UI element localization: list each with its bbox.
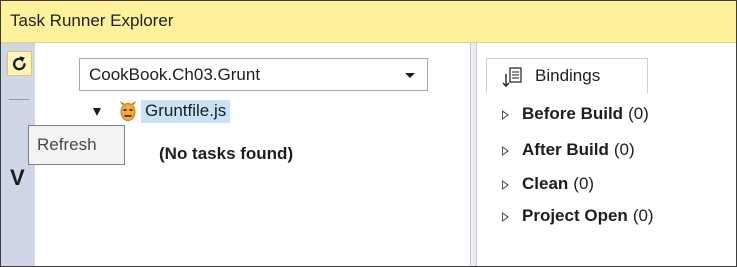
- refresh-icon: [12, 56, 26, 71]
- refresh-button[interactable]: [7, 51, 32, 76]
- tab-bindings-label: Bindings: [535, 66, 601, 85]
- chevron-down-icon: [405, 73, 415, 78]
- grunt-icon: [120, 101, 136, 121]
- window-titlebar: Task Runner Explorer: [1, 1, 736, 43]
- binding-before-build[interactable]: Before Build (0): [502, 104, 732, 128]
- binding-count: (0): [573, 174, 595, 193]
- expand-arrow-icon[interactable]: [502, 212, 509, 222]
- binding-name: Clean: [522, 174, 569, 193]
- binding-clean[interactable]: Clean (0): [502, 174, 732, 198]
- binding-after-build[interactable]: After Build (0): [502, 140, 732, 164]
- tree-item-gruntfile[interactable]: Gruntfile.js: [93, 98, 293, 128]
- toolbar-separator: [9, 99, 29, 100]
- tooltip-text: Refresh: [37, 135, 97, 154]
- bindings-icon: [502, 67, 522, 87]
- window-title: Task Runner Explorer: [10, 11, 174, 30]
- binding-count: (0): [628, 104, 649, 123]
- expand-arrow-icon[interactable]: [502, 110, 509, 120]
- pane-splitter[interactable]: [470, 43, 477, 266]
- expander-icon[interactable]: [93, 108, 101, 116]
- no-tasks-message: (No tasks found): [159, 144, 294, 163]
- task-runner-explorer-window: Task Runner Explorer V CookBook.Ch03.Gru…: [0, 0, 737, 267]
- binding-name: Project Open: [522, 206, 628, 225]
- project-select[interactable]: CookBook.Ch03.Grunt: [79, 58, 428, 91]
- binding-name: After Build: [522, 140, 609, 159]
- project-select-value: CookBook.Ch03.Grunt: [89, 65, 261, 84]
- binding-project-open[interactable]: Project Open (0): [502, 206, 732, 230]
- expand-arrow-icon[interactable]: [502, 180, 509, 190]
- binding-count: (0): [613, 140, 635, 159]
- expand-arrow-icon[interactable]: [502, 146, 509, 156]
- refresh-tooltip: Refresh: [28, 125, 125, 165]
- gruntfile-label: Gruntfile.js: [141, 100, 231, 123]
- binding-count: (0): [632, 206, 654, 225]
- toolbar-glyph[interactable]: V: [10, 165, 25, 191]
- tab-bindings[interactable]: Bindings: [486, 58, 648, 93]
- binding-name: Before Build: [522, 104, 624, 123]
